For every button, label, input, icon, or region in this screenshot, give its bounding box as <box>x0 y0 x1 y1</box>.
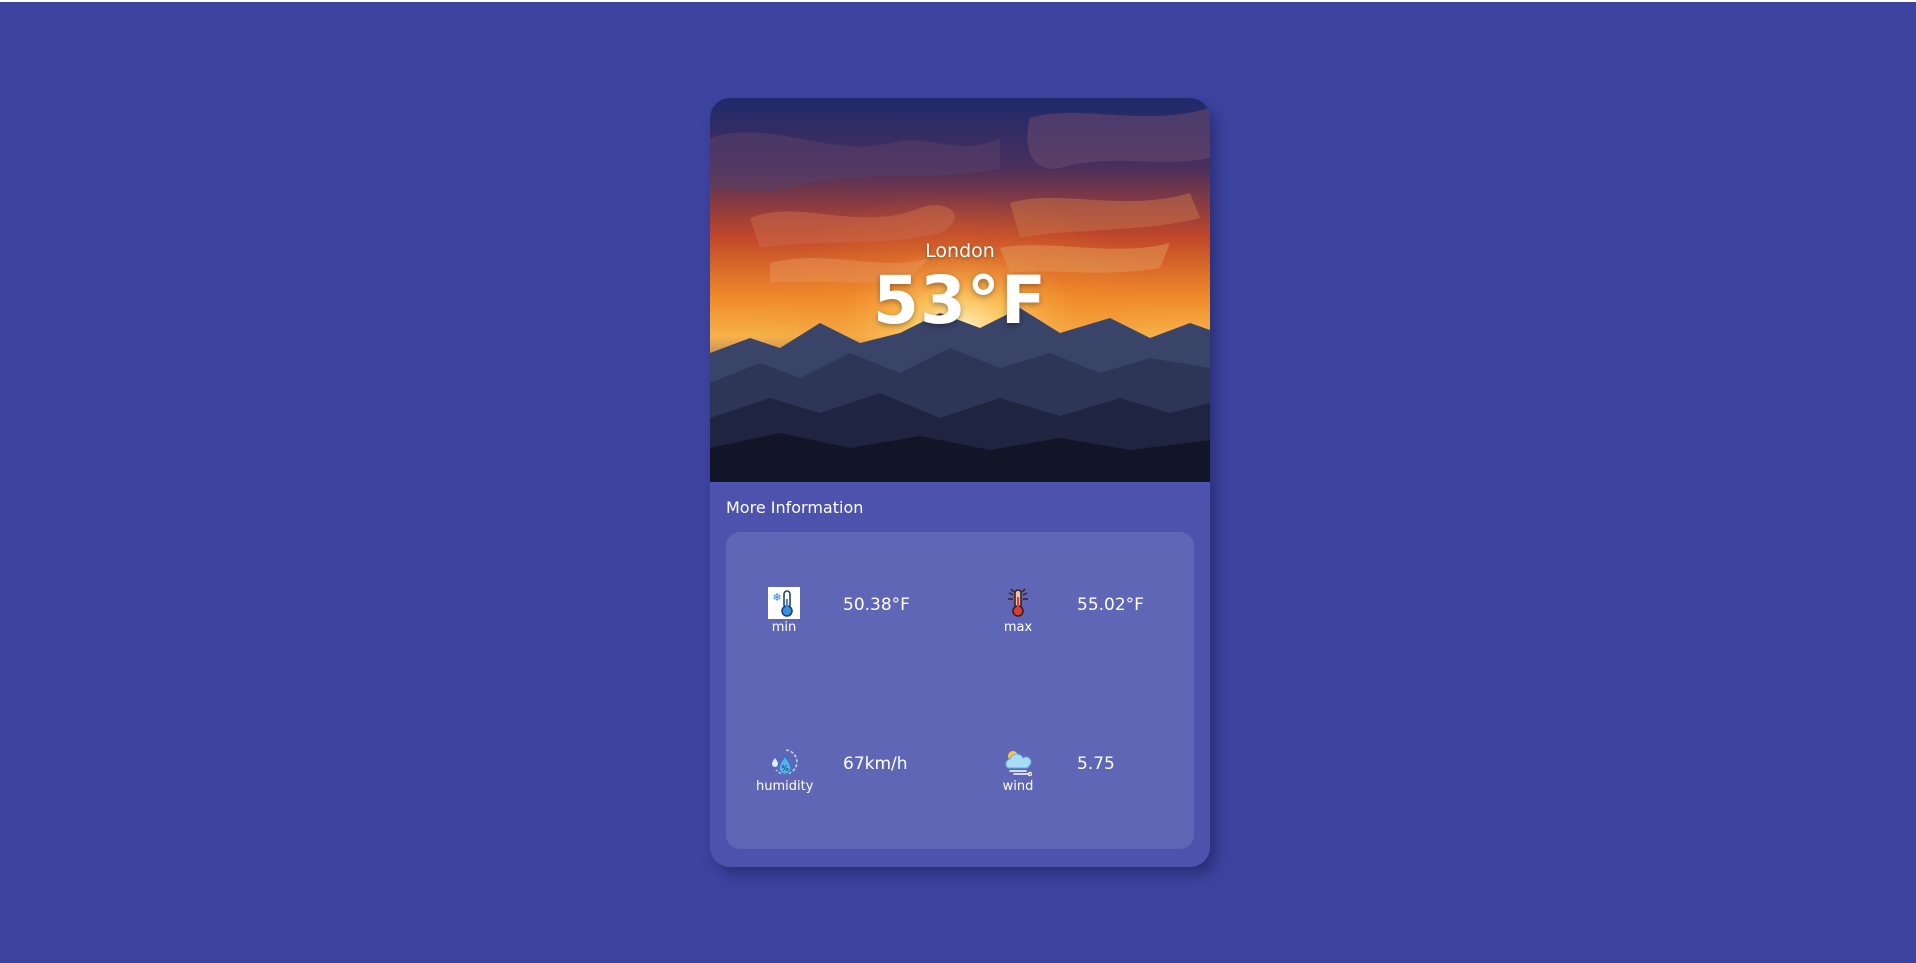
more-information-heading: More Information <box>726 498 864 517</box>
stat-max-value: 55.02°F <box>1077 595 1144 615</box>
humidity-icon: % <box>768 746 800 778</box>
stat-wind-label: wind <box>1002 779 1034 794</box>
stat-max-icon-wrap: max <box>990 587 1046 635</box>
stat-wind-icon-wrap: wind <box>990 746 1046 794</box>
stat-min-label: min <box>771 620 797 635</box>
thermometer-cold-icon: ❄ <box>768 587 800 619</box>
stat-humidity-label: humidity <box>756 779 814 794</box>
stat-min-icon-wrap: ❄ min <box>756 587 812 635</box>
stat-humidity-value: 67km/h <box>843 754 908 774</box>
stat-wind: wind 5.75 <box>960 746 1160 796</box>
stat-wind-value: 5.75 <box>1077 754 1115 774</box>
stat-min-value: 50.38°F <box>843 595 910 615</box>
weather-hero-image: London 53°F <box>710 98 1210 482</box>
weather-card: London 53°F More Information ❄ min 50.38… <box>710 98 1210 867</box>
stat-max-label: max <box>1003 620 1033 635</box>
city-name: London <box>925 240 995 262</box>
stat-min: ❄ min 50.38°F <box>726 587 926 637</box>
svg-text:❄: ❄ <box>772 591 781 604</box>
stat-max: max 55.02°F <box>960 587 1160 637</box>
stat-humidity-icon-wrap: % humidity <box>756 746 814 794</box>
svg-text:%: % <box>781 764 789 773</box>
top-border <box>0 0 1916 2</box>
stat-humidity: % humidity 67km/h <box>726 746 926 796</box>
wind-cloud-icon <box>1002 746 1034 778</box>
current-temperature: 53°F <box>873 262 1047 339</box>
thermometer-hot-icon <box>1002 587 1034 619</box>
more-information-panel: ❄ min 50.38°F max 55.02°F % humidity 67k… <box>726 532 1194 849</box>
